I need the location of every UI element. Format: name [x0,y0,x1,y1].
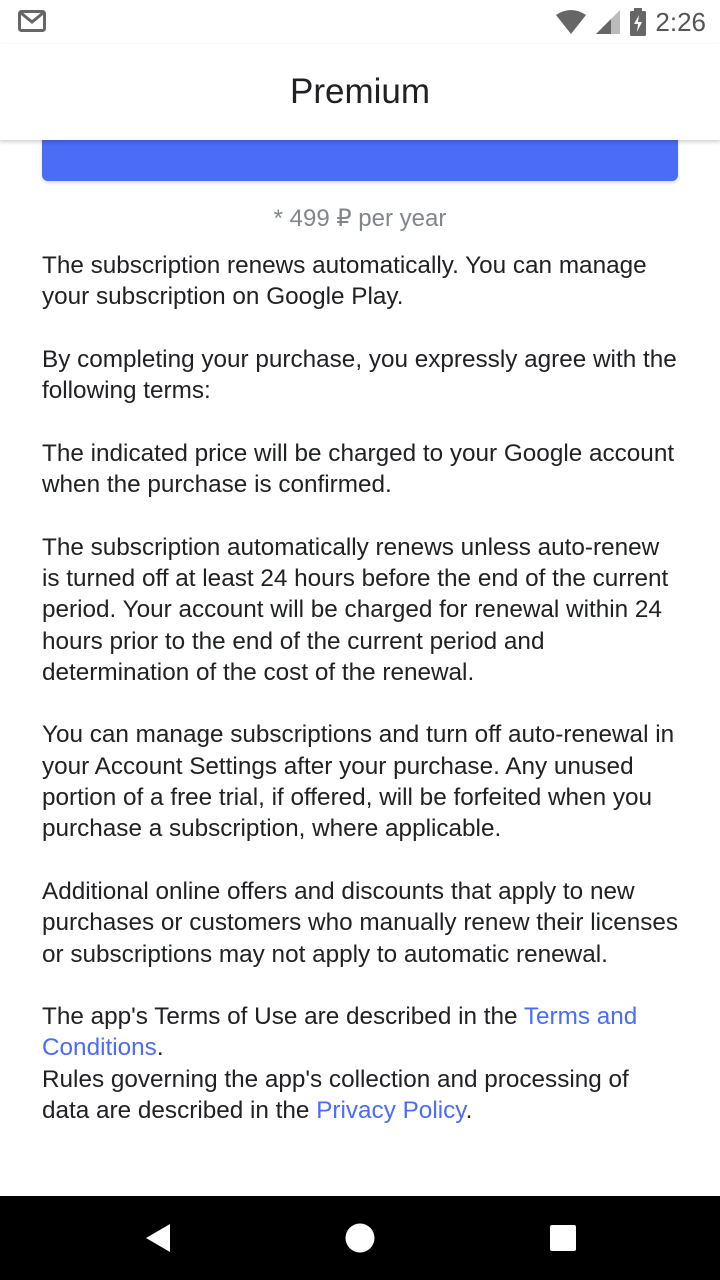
recents-icon[interactable] [545,1220,581,1256]
privacy-policy-link[interactable]: Privacy Policy [316,1097,465,1124]
terms-of-use-line: The app's Terms of Use are described in … [42,1001,682,1064]
wifi-icon [555,9,587,35]
app-bar: Premium [0,44,720,140]
terms-of-use-period: . [156,1034,164,1062]
cell-signal-icon [595,9,621,35]
subscription-terms: The subscription renews automatically. Y… [42,250,682,1126]
subscribe-button[interactable] [42,140,678,181]
system-nav-bar [0,1196,720,1280]
back-icon[interactable] [140,1220,176,1256]
terms-paragraph-charge: The indicated price will be charged to y… [42,439,675,499]
page-title: Premium [289,72,431,111]
terms-paragraph-auto-renew: The subscription automatically renews un… [42,533,669,686]
gmail-icon [18,10,46,32]
battery-charging-icon [629,8,647,36]
status-icons: 2:26 [555,6,706,38]
privacy-period: . [465,1097,473,1125]
terms-paragraph-manage: You can manage subscriptions and turn of… [42,721,675,843]
terms-paragraph-renewal: The subscription renews automatically. Y… [42,252,647,311]
clock: 2:26 [655,6,706,37]
terms-of-use-text: The app's Terms of Use are described in … [42,1003,524,1031]
terms-paragraph-offers: Additional online offers and discounts t… [42,877,679,968]
terms-paragraph-agree: By completing your purchase, you express… [42,345,677,405]
scroll-content[interactable]: * 499 ₽ per year The subscription renews… [0,140,720,1196]
status-bar: 2:26 [0,0,720,44]
price-note: * 499 ₽ per year [273,205,447,232]
privacy-line: Rules governing the app's collection and… [42,1064,682,1127]
home-icon[interactable] [342,1220,378,1256]
